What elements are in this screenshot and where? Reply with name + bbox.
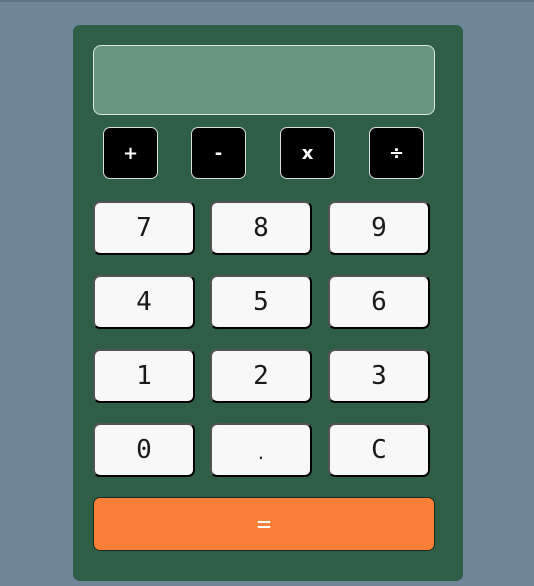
divide-button[interactable]: ÷ <box>369 127 424 179</box>
digit-six-button[interactable]: 6 <box>328 275 430 329</box>
calculator-display <box>93 45 435 115</box>
decimal-point-button[interactable]: . <box>210 423 312 477</box>
clear-button[interactable]: C <box>328 423 430 477</box>
digit-eight-button[interactable]: 8 <box>210 201 312 255</box>
digit-seven-button[interactable]: 7 <box>93 201 195 255</box>
digit-nine-button[interactable]: 9 <box>328 201 430 255</box>
calculator: + - x ÷ 7 8 9 4 5 6 1 2 3 0 . C = <box>73 25 463 581</box>
equals-button[interactable]: = <box>93 497 435 551</box>
digit-zero-button[interactable]: 0 <box>93 423 195 477</box>
digit-three-button[interactable]: 3 <box>328 349 430 403</box>
page-top-line <box>0 0 534 2</box>
add-button[interactable]: + <box>103 127 158 179</box>
digit-one-button[interactable]: 1 <box>93 349 195 403</box>
digit-two-button[interactable]: 2 <box>210 349 312 403</box>
digit-four-button[interactable]: 4 <box>93 275 195 329</box>
multiply-button[interactable]: x <box>280 127 335 179</box>
digit-five-button[interactable]: 5 <box>210 275 312 329</box>
subtract-button[interactable]: - <box>191 127 246 179</box>
